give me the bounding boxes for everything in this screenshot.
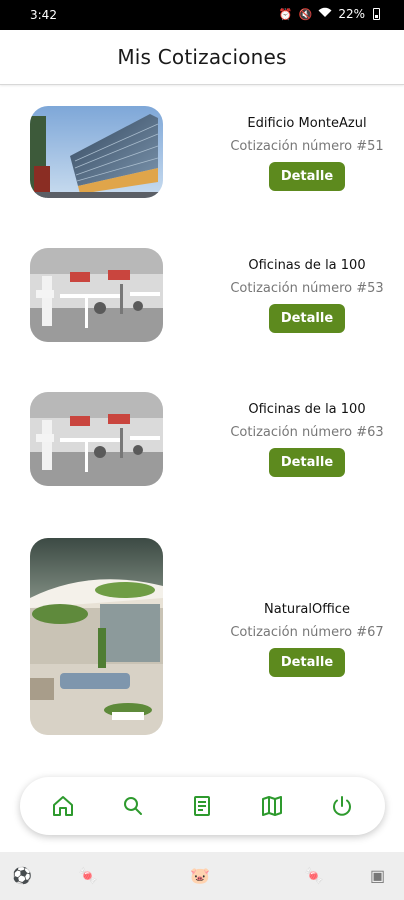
quote-number: Cotización número #53 xyxy=(230,281,384,296)
home-icon xyxy=(52,796,73,816)
detail-button[interactable]: Detalle xyxy=(268,162,346,191)
detail-button[interactable]: Detalle xyxy=(268,448,346,477)
quote-number: Cotización número #51 xyxy=(230,139,384,154)
page-title: Mis Cotizaciones xyxy=(117,45,287,69)
nav-home[interactable] xyxy=(43,786,83,826)
alarm-icon: ⏰ xyxy=(278,7,293,21)
status-time: 3:42 xyxy=(30,8,57,22)
candy-icon[interactable]: 🍬 xyxy=(304,866,324,886)
quote-image-office xyxy=(30,248,163,342)
status-icons: ⏰ 🔇 22% xyxy=(279,7,380,21)
system-nav-bar: ⚽ 🍬 🐷 🍬 ▣ xyxy=(0,852,404,900)
quote-info: NaturalOffice Cotización número #67 Deta… xyxy=(193,602,404,677)
nav-search[interactable] xyxy=(113,786,153,826)
power-icon xyxy=(333,796,352,816)
bottom-nav xyxy=(20,777,385,835)
mute-icon: 🔇 xyxy=(298,7,313,21)
nav-quotes[interactable] xyxy=(182,786,222,826)
quote-image-terrace xyxy=(30,538,163,735)
battery-icon xyxy=(373,8,380,20)
pig-icon[interactable]: 🐷 xyxy=(190,866,210,886)
quote-info: Oficinas de la 100 Cotización número #63… xyxy=(193,402,404,477)
candy-icon[interactable]: 🍬 xyxy=(78,866,98,886)
map-icon xyxy=(262,796,283,816)
project-name: NaturalOffice xyxy=(264,602,350,617)
project-name: Oficinas de la 100 xyxy=(248,402,366,417)
project-name: Edificio MonteAzul xyxy=(247,116,367,131)
app-header: Mis Cotizaciones xyxy=(0,30,404,85)
quote-info: Edificio MonteAzul Cotización número #51… xyxy=(193,116,404,191)
app-switch-icon[interactable]: ▣ xyxy=(370,866,385,886)
soccer-ball-icon[interactable]: ⚽ xyxy=(12,866,32,886)
nav-map[interactable] xyxy=(252,786,292,826)
search-icon xyxy=(123,797,142,815)
quote-image-building xyxy=(30,106,163,198)
battery-text: 22% xyxy=(338,7,365,21)
detail-button[interactable]: Detalle xyxy=(268,648,346,677)
wifi-icon xyxy=(318,7,332,21)
project-name: Oficinas de la 100 xyxy=(248,258,366,273)
document-icon xyxy=(194,796,211,816)
nav-logout[interactable] xyxy=(322,786,362,826)
quote-image-office xyxy=(30,392,163,486)
status-bar: 3:42 ⏰ 🔇 22% xyxy=(0,0,404,30)
quote-info: Oficinas de la 100 Cotización número #53… xyxy=(193,258,404,333)
detail-button[interactable]: Detalle xyxy=(268,304,346,333)
quote-number: Cotización número #63 xyxy=(230,425,384,440)
quote-number: Cotización número #67 xyxy=(230,625,384,640)
